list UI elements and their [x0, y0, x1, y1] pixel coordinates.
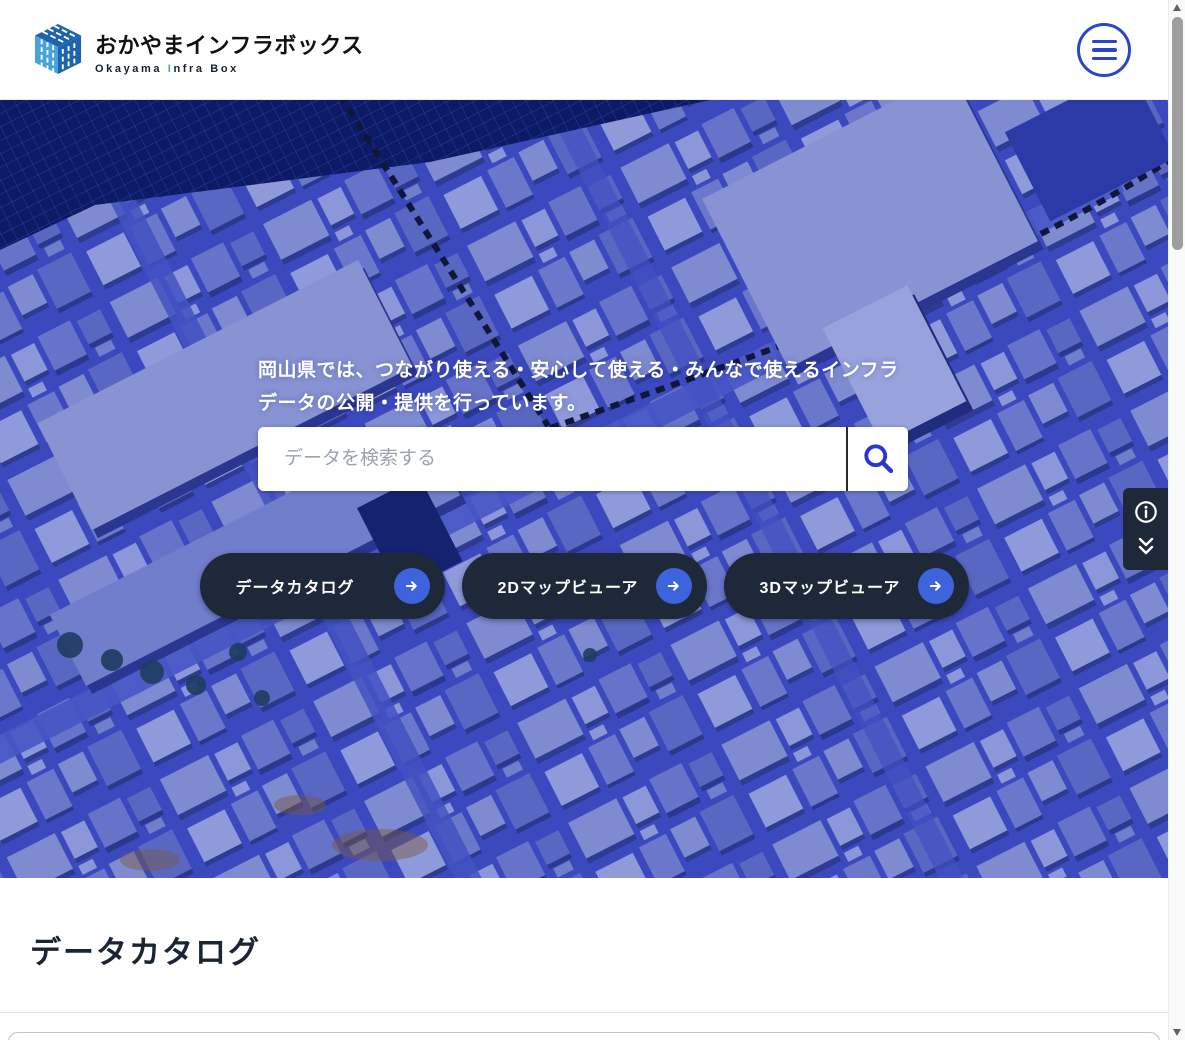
data-catalog-section: データカタログ: [0, 878, 1168, 1040]
double-chevron-down-icon: [1134, 537, 1158, 560]
3d-map-viewer-button[interactable]: 3Dマップビューア: [724, 553, 969, 619]
hamburger-menu-button[interactable]: [1077, 23, 1131, 77]
brand-title: おかやまインフラボックス: [95, 28, 364, 60]
scrollbar-thumb[interactable]: [1172, 17, 1183, 250]
section-heading: データカタログ: [30, 933, 1168, 973]
isometric-box-icon: [33, 22, 83, 81]
data-catalog-button[interactable]: データカタログ: [200, 553, 445, 619]
hero-section: 岡山県では、つながり使える・安心して使える・みんなで使えるインフラデータの公開・…: [0, 100, 1168, 878]
info-circle-icon: [1133, 499, 1159, 528]
search-icon: [860, 440, 896, 479]
brand-subtitle: Okayama Infra Box: [95, 63, 364, 75]
hamburger-icon: [1092, 40, 1117, 44]
hero-description: 岡山県では、つながり使える・安心して使える・みんなで使えるインフラデータの公開・…: [258, 354, 918, 420]
page: おかやまインフラボックス Okayama Infra Box: [0, 0, 1185, 1040]
header: おかやまインフラボックス Okayama Infra Box: [0, 0, 1168, 100]
collapse-button[interactable]: [1134, 537, 1158, 560]
section-divider: [0, 1012, 1168, 1013]
brand-logo-link[interactable]: おかやまインフラボックス Okayama Infra Box: [33, 22, 364, 81]
arrow-right-icon: [918, 568, 954, 604]
catalog-card-top: [8, 1032, 1160, 1040]
info-button[interactable]: [1133, 499, 1159, 528]
scrollbar-down-arrow[interactable]: [1173, 1029, 1181, 1036]
2d-map-viewer-button[interactable]: 2Dマップビューア: [462, 553, 707, 619]
search-button[interactable]: [846, 427, 908, 491]
hero-nav-buttons: データカタログ 2Dマップビューア 3Dマップビューア: [0, 553, 1168, 619]
arrow-right-icon: [656, 568, 692, 604]
scrollbar-up-arrow[interactable]: [1173, 4, 1181, 11]
vertical-scrollbar[interactable]: [1168, 0, 1185, 1040]
search-input[interactable]: [258, 427, 846, 491]
floating-side-panel: [1123, 488, 1168, 570]
search-box: [258, 427, 908, 491]
arrow-right-icon: [394, 568, 430, 604]
